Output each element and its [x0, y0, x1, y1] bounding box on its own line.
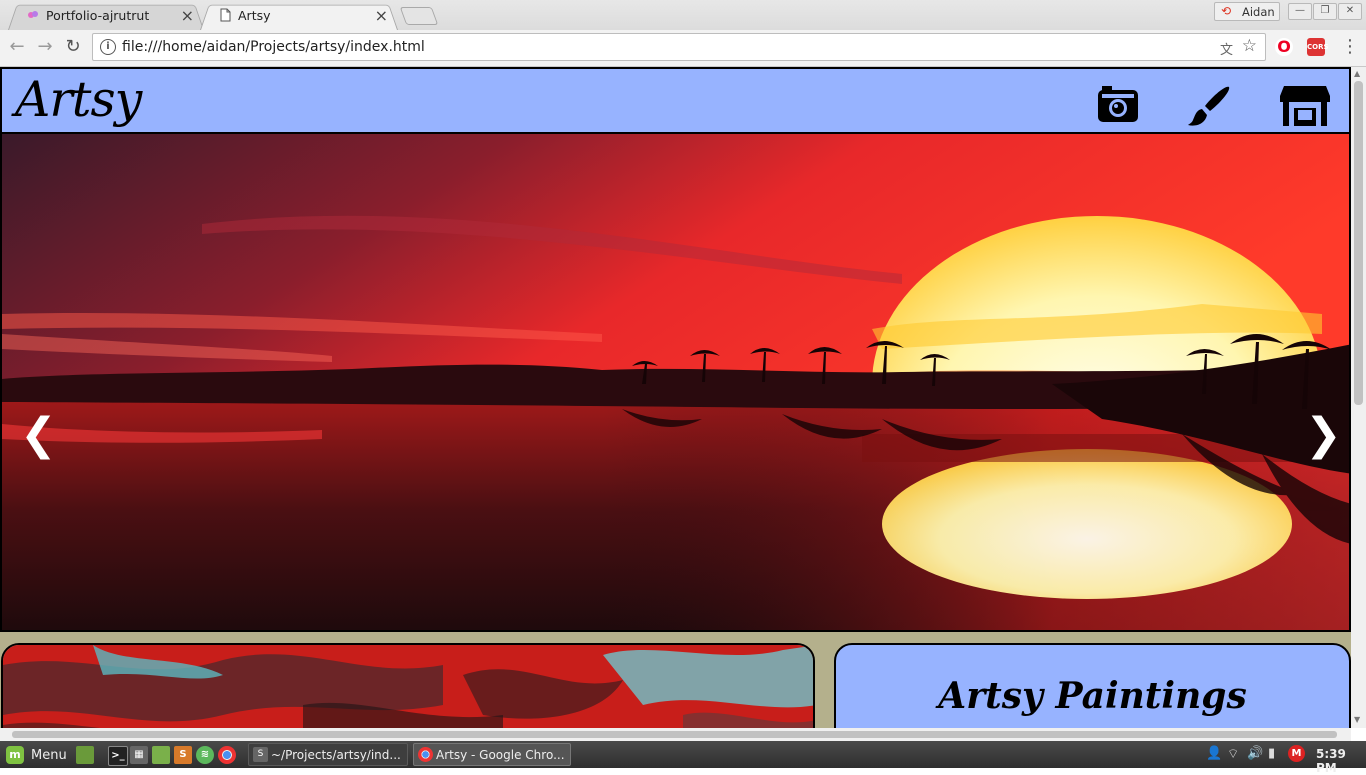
profile-icon: ⟲ — [1221, 4, 1232, 18]
carousel-prev-button[interactable]: ❮ — [20, 409, 57, 460]
user-icon[interactable]: 👤 — [1206, 746, 1222, 761]
camera-icon[interactable] — [1096, 84, 1140, 124]
chrome-icon — [418, 747, 433, 762]
forward-arrow-icon[interactable]: → — [34, 36, 56, 58]
browser-tab-strip: Portfolio-ajrutrut × Artsy × ⟲ Aidan — ❐… — [0, 0, 1366, 30]
file-manager-grid-icon[interactable]: ▦ — [130, 746, 148, 764]
close-window-button[interactable]: ✕ — [1338, 3, 1362, 20]
scroll-thumb[interactable] — [1354, 81, 1363, 405]
hero-carousel: ❮ ❯ — [0, 134, 1351, 632]
mint-logo-icon: m — [6, 746, 24, 764]
info-icon[interactable]: i — [100, 39, 116, 55]
portfolio-favicon-icon — [28, 11, 38, 18]
cors-extension-icon[interactable]: CORS — [1307, 38, 1329, 56]
tab-portfolio[interactable]: Portfolio-ajrutrut × — [8, 2, 204, 30]
mail-notification-icon[interactable]: M — [1288, 745, 1305, 762]
tab-title: Portfolio-ajrutrut — [46, 8, 150, 23]
featured-text-card: Artsy Paintings — [834, 643, 1351, 728]
opera-extension-icon[interactable]: O — [1275, 38, 1293, 56]
chrome-icon[interactable] — [218, 746, 236, 764]
vertical-scrollbar[interactable]: ▲ ▼ — [1351, 67, 1366, 728]
minimize-window-button[interactable]: — — [1288, 3, 1312, 20]
task-label: ~/Projects/artsy/ind... — [271, 748, 401, 762]
maximize-window-button[interactable]: ❐ — [1313, 3, 1337, 20]
tab-artsy[interactable]: Artsy × — [200, 2, 398, 30]
tab-title: Artsy — [238, 8, 271, 23]
store-icon[interactable] — [1278, 84, 1332, 128]
scroll-down-icon[interactable]: ▼ — [1354, 715, 1360, 724]
sunset-image — [2, 134, 1349, 630]
reload-icon[interactable]: ↻ — [62, 36, 84, 58]
bookmark-star-icon[interactable]: ☆ — [1242, 36, 1257, 56]
url-text[interactable]: file:///home/aidan/Projects/artsy/index.… — [122, 39, 425, 55]
menu-label: Menu — [31, 748, 67, 763]
translate-icon[interactable]: 文 — [1220, 39, 1233, 58]
wifi-icon[interactable]: ⌔ — [1227, 746, 1239, 762]
page-viewport: Artsy ❮ ❯ Artsy Paintings — [0, 67, 1351, 728]
new-tab-button[interactable] — [399, 7, 439, 25]
profile-button[interactable]: ⟲ Aidan — [1214, 2, 1280, 21]
paintbrush-icon[interactable] — [1187, 84, 1233, 128]
taskbar-item-editor[interactable]: S ~/Projects/artsy/ind... — [248, 743, 408, 766]
terminal-icon[interactable]: >_ — [108, 746, 128, 766]
browser-toolbar: ← → ↻ i file:///home/aidan/Projects/arts… — [0, 30, 1366, 67]
taskbar-item-chrome[interactable]: Artsy - Google Chro... — [413, 743, 571, 766]
sublime-text-icon[interactable]: S — [174, 746, 192, 764]
system-taskbar: m Menu >_ ▦ S ≋ S ~/Projects/artsy/ind..… — [0, 741, 1366, 775]
close-tab-icon[interactable]: × — [181, 6, 194, 25]
profile-name: Aidan — [1242, 5, 1275, 19]
scroll-thumb[interactable] — [12, 731, 1337, 738]
featured-image-card[interactable] — [1, 643, 815, 728]
horizontal-scrollbar[interactable] — [0, 728, 1351, 741]
featured-card-title: Artsy Paintings — [938, 675, 1247, 717]
site-brand[interactable]: Artsy — [15, 71, 142, 128]
carousel-next-button[interactable]: ❯ — [1305, 409, 1342, 460]
page-icon — [220, 8, 231, 22]
battery-icon[interactable]: ▮ — [1268, 746, 1275, 761]
scroll-up-icon[interactable]: ▲ — [1354, 69, 1360, 78]
spotify-icon[interactable]: ≋ — [196, 746, 214, 764]
back-arrow-icon[interactable]: ← — [6, 36, 28, 58]
clock[interactable]: 5:39 PM — [1316, 747, 1366, 775]
task-label: Artsy - Google Chro... — [436, 748, 565, 762]
sublime-text-icon: S — [253, 747, 268, 762]
folder-icon[interactable] — [152, 746, 170, 764]
site-header: Artsy — [0, 67, 1351, 134]
address-bar[interactable]: i file:///home/aidan/Projects/artsy/inde… — [92, 33, 1266, 61]
menu-kebab-icon[interactable]: ⋮ — [1341, 36, 1359, 57]
abstract-painting-image — [3, 645, 813, 728]
volume-icon[interactable]: 🔊 — [1247, 746, 1263, 761]
show-desktop-icon[interactable] — [76, 746, 94, 764]
close-tab-icon[interactable]: × — [375, 6, 388, 25]
